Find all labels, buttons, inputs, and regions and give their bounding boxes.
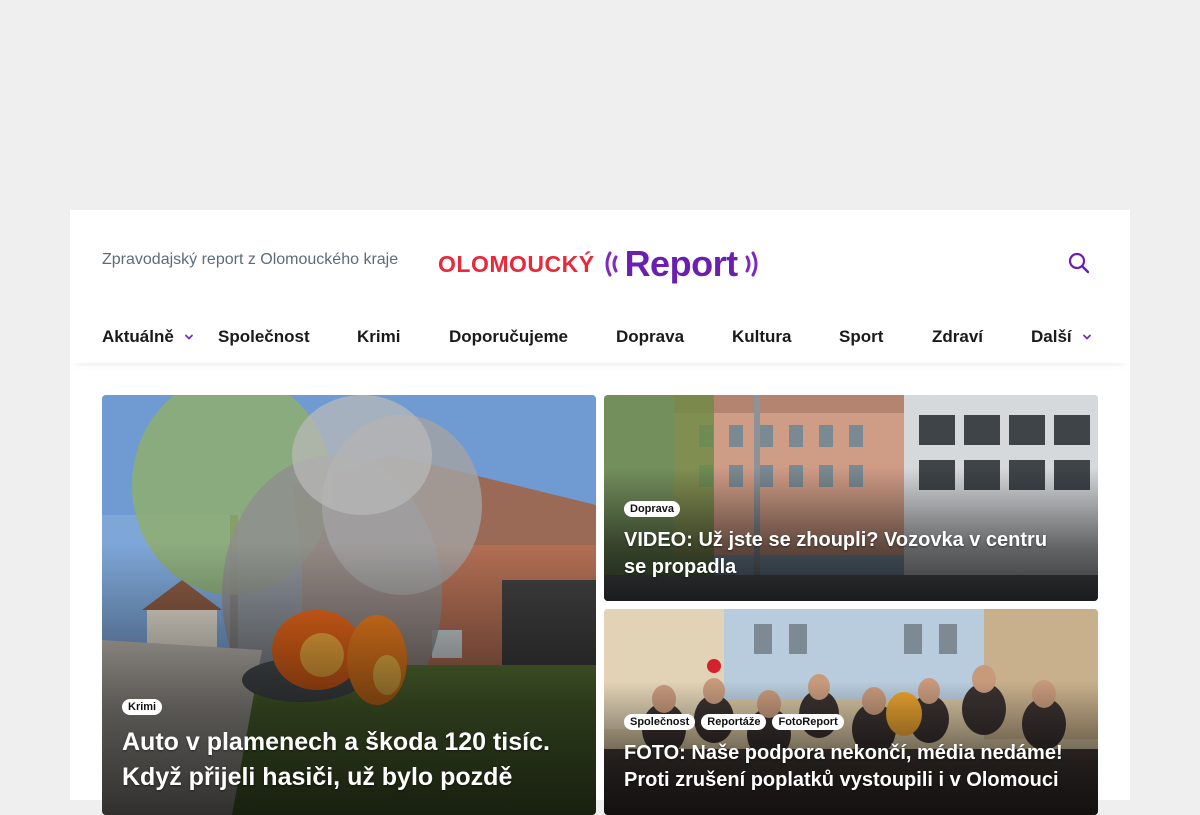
nav-item-krimi[interactable]: Krimi — [357, 327, 400, 347]
tag-doprava[interactable]: Doprava — [624, 501, 681, 517]
site-logo[interactable]: OLOMOUCKÝ Report — [438, 243, 760, 284]
chevron-down-icon — [184, 334, 193, 340]
nav-item-zdravi[interactable]: Zdraví — [932, 327, 983, 347]
article-card-featured[interactable]: Krimi Auto v plamenech a škoda 120 tisíc… — [102, 395, 596, 815]
nav-item-label: Doporučujeme — [449, 327, 569, 346]
signal-wave-left-icon — [605, 251, 618, 277]
article-card-secondary[interactable]: Doprava VIDEO: Už jste se zhoupli? Vozov… — [604, 395, 1098, 601]
logo-text-report: Report — [624, 243, 739, 284]
signal-wave-right-icon — [745, 251, 758, 277]
nav-item-sport[interactable]: Sport — [839, 327, 883, 347]
main-nav: Aktuálně Společnost Krimi Doporučujeme D… — [70, 315, 1130, 363]
article-title[interactable]: FOTO: Naše podpora nekončí, média nedáme… — [624, 740, 1084, 794]
nav-item-label: Další — [1031, 327, 1072, 346]
nav-item-kultura[interactable]: Kultura — [732, 327, 792, 347]
search-button[interactable] — [1064, 248, 1094, 278]
nav-item-label: Krimi — [357, 327, 401, 346]
site-tagline: Zpravodajský report z Olomouckého kraje — [102, 251, 399, 268]
nav-item-doprava[interactable]: Doprava — [616, 327, 684, 347]
article-title[interactable]: VIDEO: Už jste se zhoupli? Vozovka v cen… — [624, 527, 1074, 581]
nav-item-aktualne[interactable]: Aktuálně — [102, 327, 194, 347]
ad-space — [0, 0, 1200, 210]
article-tags: Krimi — [122, 699, 163, 715]
article-card-tertiary[interactable]: Společnost Reportáže FotoReport FOTO: Na… — [604, 609, 1098, 815]
site-header: Zpravodajský report z Olomouckého kraje … — [70, 210, 1130, 315]
article-title[interactable]: Auto v plamenech a škoda 120 tisíc. Když… — [122, 725, 582, 795]
article-tags: Společnost Reportáže FotoReport — [624, 714, 844, 730]
nav-item-label: Kultura — [732, 327, 792, 346]
search-icon — [1068, 252, 1090, 274]
nav-item-label: Zdraví — [932, 327, 984, 346]
site-container: Zpravodajský report z Olomouckého kraje … — [70, 210, 1130, 815]
nav-item-dalsi[interactable]: Další — [1031, 327, 1092, 347]
tag-spolecnost[interactable]: Společnost — [624, 714, 696, 730]
nav-item-doporucujeme[interactable]: Doporučujeme — [449, 327, 568, 347]
nav-item-label: Doprava — [616, 327, 685, 346]
article-tags: Doprava — [624, 501, 681, 517]
tag-reportaze[interactable]: Reportáže — [701, 714, 767, 730]
nav-item-label: Aktuálně — [102, 327, 174, 346]
featured-articles: Krimi Auto v plamenech a škoda 120 tisíc… — [102, 395, 1098, 815]
logo-text-olomoucky: OLOMOUCKÝ — [438, 250, 595, 277]
nav-item-spolecnost[interactable]: Společnost — [218, 327, 310, 347]
nav-item-label: Společnost — [218, 327, 310, 346]
tag-fotoreport[interactable]: FotoReport — [772, 714, 844, 730]
nav-item-label: Sport — [839, 327, 884, 346]
chevron-down-icon — [1082, 334, 1091, 340]
tag-krimi[interactable]: Krimi — [122, 699, 163, 715]
